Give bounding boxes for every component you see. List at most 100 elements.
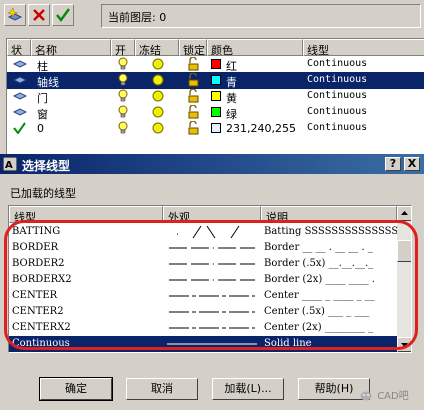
scroll-thumb[interactable] xyxy=(397,240,411,262)
linetype-appearance xyxy=(169,263,255,265)
lightbulb-icon[interactable] xyxy=(117,121,129,135)
linetype-description: Border (.5x) __.__.__._ xyxy=(264,258,374,269)
layer-name[interactable]: 窗 xyxy=(37,104,48,121)
layer-color-name: 231,240,255 xyxy=(226,122,296,135)
col-lock[interactable]: 锁定 xyxy=(179,39,207,57)
linetype-appearance xyxy=(169,279,255,281)
layer-row[interactable]: 窗 绿 Continuous xyxy=(7,104,424,121)
col-freeze[interactable]: 冻结 xyxy=(135,39,179,57)
linetype-description: Border (2x) ____ ____ . xyxy=(264,274,375,285)
sun-icon[interactable] xyxy=(151,73,165,87)
layer-name[interactable]: 柱 xyxy=(37,56,48,73)
layer-linetype[interactable]: Continuous xyxy=(307,72,367,89)
linetype-name: BORDER2 xyxy=(12,258,65,269)
linetype-name: BORDER xyxy=(12,242,59,253)
linetype-description: Batting SSSSSSSSSSSSSSSS xyxy=(264,226,397,237)
col-on[interactable]: 开 xyxy=(111,39,135,57)
loaded-linetypes-label: 已加载的线型 xyxy=(10,187,76,200)
linetype-name: Continuous xyxy=(12,338,70,349)
svg-text:A: A xyxy=(5,160,13,171)
layer-linetype[interactable]: Continuous xyxy=(307,88,367,105)
layer-linetype[interactable]: Continuous xyxy=(307,56,367,73)
layer-row[interactable]: 柱 红 Continuous xyxy=(7,56,424,73)
layer-name[interactable]: 门 xyxy=(37,88,48,105)
current-layer-check-icon xyxy=(13,122,26,134)
col-appearance[interactable]: 外观 xyxy=(163,206,261,224)
linetype-row[interactable]: CENTERX2 Center (2x) ________ _ xyxy=(9,320,397,336)
linetype-description: Border __ __ . __ __ . _ xyxy=(264,242,373,253)
linetype-app-icon: A xyxy=(3,157,17,171)
dialog-titlebar[interactable]: A 选择线型 ? X xyxy=(0,154,424,174)
layer-name[interactable]: 0 xyxy=(37,120,44,137)
layer-row[interactable]: 0 231,240,255 Continuous xyxy=(7,120,424,137)
checkmark-icon xyxy=(56,8,71,23)
delete-layer-button[interactable] xyxy=(28,4,50,26)
linetype-row[interactable]: BORDER2 Border (.5x) __.__.__._ xyxy=(9,256,397,272)
sun-icon[interactable] xyxy=(151,105,165,119)
linetype-row[interactable]: BATTING Batting SSSSSSSSSSSSSSSS xyxy=(9,224,397,240)
unlock-icon[interactable] xyxy=(187,105,201,119)
layer-name[interactable]: 轴线 xyxy=(37,72,59,89)
lightbulb-icon[interactable] xyxy=(117,105,129,119)
linetype-row[interactable]: Continuous Solid line xyxy=(9,336,397,352)
layer-color-name: 黄 xyxy=(226,92,237,105)
layer-color-name: 绿 xyxy=(226,108,237,121)
layer-row[interactable]: 门 黄 Continuous xyxy=(7,88,424,105)
layer-linetype[interactable]: Continuous xyxy=(307,104,367,121)
unlock-icon[interactable] xyxy=(187,73,201,87)
layer-sheet-icon xyxy=(13,92,27,100)
unlock-icon[interactable] xyxy=(187,57,201,71)
col-linetype-name[interactable]: 线型 xyxy=(9,206,163,224)
linetype-row[interactable]: BORDERX2 Border (2x) ____ ____ . xyxy=(9,272,397,288)
layer-row[interactable]: 轴线 青 Continuous xyxy=(7,72,424,89)
color-swatch[interactable] xyxy=(211,91,221,101)
sun-icon[interactable] xyxy=(151,89,165,103)
color-swatch[interactable] xyxy=(211,107,221,117)
help-title-button[interactable]: ? xyxy=(385,157,401,171)
ok-button[interactable]: 确定 xyxy=(39,377,113,401)
layer-color-name: 红 xyxy=(226,60,237,73)
col-status[interactable]: 状 xyxy=(7,39,31,57)
new-layer-button[interactable] xyxy=(4,4,26,26)
layer-sheet-icon xyxy=(13,108,27,116)
linetype-name: BATTING xyxy=(12,226,61,237)
color-swatch[interactable] xyxy=(211,123,221,133)
col-name[interactable]: 名称 xyxy=(31,39,111,57)
linetype-name: CENTER xyxy=(12,290,58,301)
linetype-appearance xyxy=(169,327,255,329)
linetype-appearance xyxy=(169,295,255,297)
lightbulb-icon[interactable] xyxy=(117,89,129,103)
scroll-down-button[interactable] xyxy=(397,337,411,352)
unlock-icon[interactable] xyxy=(187,121,201,135)
sun-icon[interactable] xyxy=(151,121,165,135)
wechat-icon xyxy=(360,391,372,401)
col-description[interactable]: 说明 xyxy=(261,206,397,224)
close-title-button[interactable]: X xyxy=(404,157,420,171)
linetype-appearance xyxy=(167,343,257,345)
sun-icon[interactable] xyxy=(151,57,165,71)
layer-color-name: 青 xyxy=(226,76,237,89)
linetype-row[interactable]: CENTER Center ____ _ ____ _ __ xyxy=(9,288,397,304)
lightbulb-icon[interactable] xyxy=(117,73,129,87)
scroll-up-button[interactable] xyxy=(397,206,411,221)
cancel-button[interactable]: 取消 xyxy=(126,378,198,400)
color-swatch[interactable] xyxy=(211,59,221,69)
linetype-row[interactable]: BORDER Border __ __ . __ __ . _ xyxy=(9,240,397,256)
layer-toolbar: 当前图层: 0 xyxy=(0,0,424,38)
unlock-icon[interactable] xyxy=(187,89,201,103)
watermark: CAD吧 xyxy=(360,387,422,407)
lightbulb-icon[interactable] xyxy=(117,57,129,71)
color-swatch[interactable] xyxy=(211,75,221,85)
col-linetype[interactable]: 线型 xyxy=(303,39,424,57)
linetype-row[interactable]: CENTER2 Center (.5x) ___ _ ___ xyxy=(9,304,397,320)
linetype-list-scrollbar[interactable] xyxy=(397,206,411,352)
col-color[interactable]: 颜色 xyxy=(207,39,303,57)
linetype-name: BORDERX2 xyxy=(12,274,72,285)
delete-icon xyxy=(33,9,45,21)
layer-sheet-icon xyxy=(13,76,27,84)
set-current-button[interactable] xyxy=(52,4,74,26)
layer-linetype[interactable]: Continuous xyxy=(307,120,367,137)
load-button[interactable]: 加载(L)... xyxy=(212,378,284,400)
linetype-description: Center ____ _ ____ _ __ xyxy=(264,290,375,301)
new-layer-icon xyxy=(7,7,23,21)
